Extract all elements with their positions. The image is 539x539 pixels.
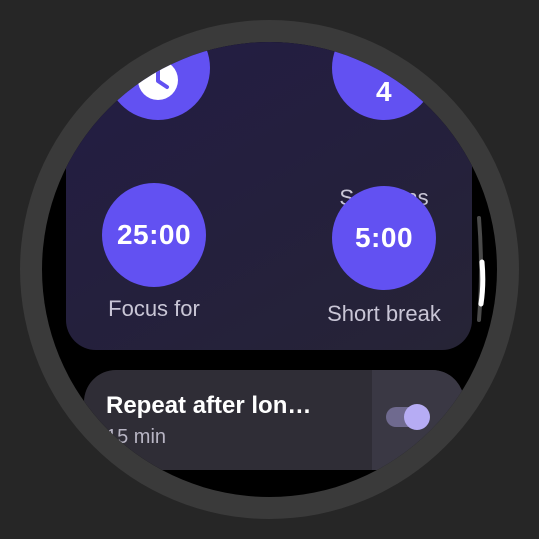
clock-icon [134, 56, 182, 104]
short-break-tile-label: Short break [327, 301, 441, 326]
short-break-value: 5:00 [354, 222, 414, 253]
settings-card: Icon 4 Sessions 25:00 Focus for 5:00 Sho… [66, 42, 472, 350]
focus-tile-label: Focus for [108, 296, 200, 321]
focus-tile-button[interactable]: 25:00 [102, 183, 206, 287]
repeat-chip-subtitle: 15 min [106, 426, 167, 448]
repeat-toggle-chip[interactable]: Repeat after lon… 15 min [84, 370, 464, 470]
short-break-tile-button[interactable]: 5:00 [332, 186, 436, 290]
sessions-tile-button[interactable]: 4 [332, 42, 436, 120]
toggle-switch-thumb[interactable] [404, 404, 430, 430]
scroll-indicator [477, 216, 486, 322]
watch-screen: Icon 4 Sessions 25:00 Focus for 5:00 Sho… [42, 42, 497, 497]
repeat-chip-title: Repeat after lon… [106, 392, 312, 419]
sessions-value: 4 [375, 76, 393, 107]
icon-tile-button[interactable] [106, 42, 210, 120]
focus-value: 25:00 [116, 219, 192, 250]
